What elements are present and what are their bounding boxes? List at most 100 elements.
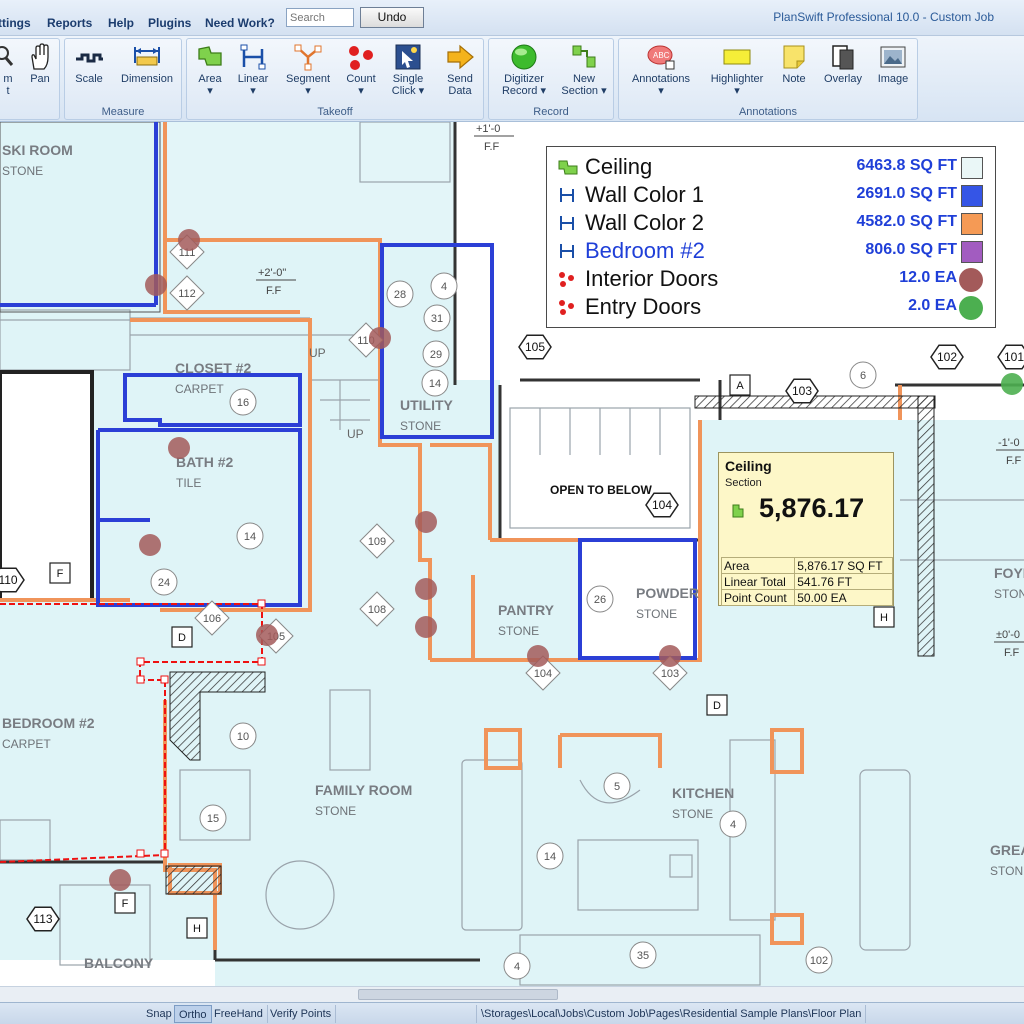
search-input[interactable] (286, 8, 354, 27)
room-floor-foye: STON (994, 587, 1024, 601)
area-button[interactable]: Area ▾ (193, 43, 227, 97)
legend-item-value: 6463.8 SQ FT (856, 157, 958, 174)
legend-color-swatch (961, 185, 983, 207)
svg-text:-1'-0: -1'-0 (998, 437, 1020, 449)
callout-subtitle: Section (725, 477, 762, 489)
interior-door-marker[interactable] (145, 274, 167, 296)
circle-tag: 29 (422, 340, 450, 368)
ceiling-callout[interactable]: Ceiling Section 5,876.17 Area 5,876.17 SQ… (718, 452, 894, 606)
legend-color-dot (959, 268, 983, 292)
interior-door-marker[interactable] (415, 578, 437, 600)
legend-row-ceiling[interactable]: Ceiling 6463.8 SQ FT (555, 153, 989, 181)
ortho-toggle[interactable]: Ortho (174, 1005, 212, 1023)
digitizer-record-button[interactable]: Digitizer Record ▾ (495, 43, 553, 97)
legend-row-bedroom-2[interactable]: Bedroom #2 806.0 SQ FT (555, 237, 989, 265)
open-to-below-label: OPEN TO BELOW (550, 483, 652, 497)
undo-button[interactable]: Undo (360, 7, 424, 28)
menu-settings[interactable]: ttings (0, 16, 31, 30)
legend-item-name: Interior Doors (585, 266, 719, 291)
interior-door-marker[interactable] (139, 534, 161, 556)
interior-door-marker[interactable] (178, 229, 200, 251)
interior-door-marker[interactable] (659, 645, 681, 667)
group-label-takeoff: Takeoff (317, 106, 353, 118)
svg-text:108: 108 (368, 604, 386, 616)
menu-bar: ttings Reports Help Plugins Need Work? U… (0, 0, 1024, 36)
circle-tag: 35 (629, 941, 657, 969)
interior-door-marker[interactable] (369, 327, 391, 349)
count-button[interactable]: Count ▾ (341, 43, 381, 97)
svg-text:H: H (880, 612, 888, 624)
ribbon-group-takeoff: Area ▾ Linear ▾ Segment ▾ Count ▾ Single Clic… (186, 38, 484, 120)
menu-help[interactable]: Help (108, 16, 134, 30)
takeoff-legend[interactable]: Ceiling 6463.8 SQ FT Wall Color 1 2691.0 SQ… (546, 146, 996, 328)
svg-text:104: 104 (534, 668, 552, 680)
linear-button[interactable]: Linear ▾ (235, 43, 271, 97)
circle-tag: 28 (386, 280, 414, 308)
freehand-toggle[interactable]: FreeHand (210, 1005, 268, 1023)
interior-door-marker[interactable] (109, 869, 131, 891)
dimension-button[interactable]: Dimension (115, 43, 179, 85)
verify-points-toggle[interactable]: Verify Points (266, 1005, 337, 1023)
scrollbar-thumb[interactable] (358, 989, 558, 1000)
hexagon-tag: 105 (518, 334, 552, 360)
hexagon-tag: 113 (26, 906, 60, 932)
group-label-measure: Measure (101, 106, 145, 118)
legend-row-wall-color-1[interactable]: Wall Color 1 2691.0 SQ FT (555, 181, 989, 209)
digitizer-record-icon (509, 43, 539, 71)
menu-plugins[interactable]: Plugins (148, 16, 191, 30)
linear-icon (557, 242, 579, 260)
legend-color-dot (959, 296, 983, 320)
svg-text:H: H (193, 923, 201, 935)
room-floor-bath-2: TILE (176, 476, 201, 490)
ribbon-group-measure: Scale Dimension Measure (64, 38, 182, 120)
interior-door-marker[interactable] (527, 645, 549, 667)
menu-reports[interactable]: Reports (47, 16, 92, 30)
hexagon-tag: 102 (930, 344, 964, 370)
plan-canvas[interactable]: SKI ROOM STONE CLOSET #2 CARPET BATH #2 TILE U… (0, 122, 1024, 986)
legend-item-name: Entry Doors (585, 294, 702, 319)
legend-item-name: Ceiling (585, 154, 653, 179)
room-name-powder: POWDER (636, 585, 699, 601)
note-button[interactable]: Note (777, 43, 811, 85)
room-name-closet-2: CLOSET #2 (175, 360, 251, 376)
svg-text:4: 4 (441, 281, 447, 293)
interior-door-marker[interactable] (168, 437, 190, 459)
highlighter-icon (722, 43, 752, 71)
table-row: Area 5,876.17 SQ FT (720, 557, 893, 574)
highlighter-button[interactable]: Highlighter ▾ (705, 43, 769, 97)
square-tag: H (186, 917, 208, 939)
overlay-button[interactable]: Overlay (819, 43, 867, 85)
svg-text:103: 103 (792, 384, 812, 398)
horizontal-scrollbar[interactable] (0, 986, 1024, 1002)
annotations-button[interactable]: ABC Annotations ▾ (625, 43, 697, 97)
interior-door-marker[interactable] (256, 624, 278, 646)
menu-need-work[interactable]: Need Work? (205, 16, 275, 30)
hatched-wall-right (917, 395, 935, 657)
svg-text:106: 106 (203, 613, 221, 625)
square-tag: F (114, 892, 136, 914)
circle-tag: 4 (430, 272, 458, 300)
interior-door-marker[interactable] (415, 511, 437, 533)
single-click-button[interactable]: Single Click ▾ (387, 43, 429, 97)
circle-tag: 14 (536, 842, 564, 870)
svg-text:+2'-0": +2'-0" (258, 267, 286, 279)
scale-icon (74, 43, 104, 71)
legend-row-wall-color-2[interactable]: Wall Color 2 4582.0 SQ FT (555, 209, 989, 237)
snap-toggle[interactable]: Snap (142, 1005, 177, 1023)
zoom-button[interactable]: mt (0, 43, 19, 97)
interior-door-marker[interactable] (415, 616, 437, 638)
send-data-button[interactable]: Send Data (437, 43, 483, 97)
entry-door-marker[interactable] (1001, 373, 1023, 395)
svg-text:D: D (178, 632, 186, 644)
segment-button[interactable]: Segment ▾ (283, 43, 333, 97)
room-floor-closet-2: CARPET (175, 382, 224, 396)
svg-text:F.F: F.F (266, 285, 282, 297)
new-section-button[interactable]: New Section ▾ (555, 43, 613, 97)
legend-row-entry-doors[interactable]: Entry Doors 2.0 EA (555, 293, 989, 321)
circle-tag: 26 (586, 585, 614, 613)
square-tag: F (49, 562, 71, 584)
scale-button[interactable]: Scale (71, 43, 107, 85)
image-button[interactable]: Image (873, 43, 913, 85)
pan-button[interactable]: Pan (25, 43, 55, 85)
legend-row-interior-doors[interactable]: Interior Doors 12.0 EA (555, 265, 989, 293)
